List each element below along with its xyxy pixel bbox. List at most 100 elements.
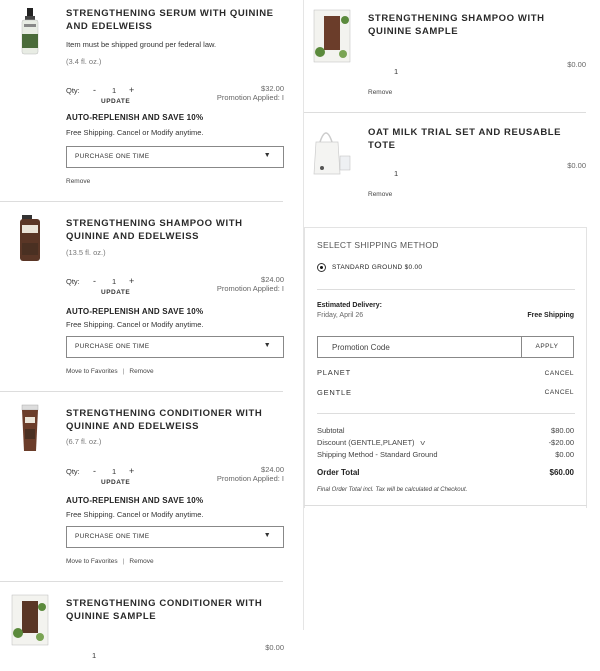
conditioner-product-image[interactable] (12, 403, 48, 453)
qty-row: Qty: - 1 + UPDATE $24.00 Promotion Appli… (66, 465, 284, 486)
remove-link[interactable]: Remove (129, 368, 153, 375)
shipping-method-heading: SELECT SHIPPING METHOD (317, 240, 439, 250)
auto-replenish-title: AUTO-REPLENISH AND SAVE 10% (66, 307, 204, 316)
auto-replenish-title: AUTO-REPLENISH AND SAVE 10% (66, 496, 204, 505)
remove-link[interactable]: Remove (368, 89, 392, 96)
promo-code-form: APPLY (317, 336, 574, 358)
qty-decrease-button[interactable]: - (93, 276, 96, 286)
update-button[interactable]: UPDATE (101, 98, 130, 105)
remove-link[interactable]: Remove (129, 558, 153, 565)
qty-increase-button[interactable]: + (129, 85, 134, 95)
item-price: $32.00 (261, 84, 284, 93)
auto-replenish-title: AUTO-REPLENISH AND SAVE 10% (66, 113, 204, 122)
final-total-note: Final Order Total incl. Tax will be calc… (317, 487, 468, 493)
sample-title[interactable]: OAT MILK TRIAL SET AND REUSABLE TOTE (368, 126, 588, 152)
serum-product-image[interactable] (12, 6, 48, 56)
separator: | (122, 558, 125, 565)
auto-replenish-subtitle: Free Shipping. Cancel or Modify anytime. (66, 320, 204, 329)
item-actions: Remove (66, 178, 90, 185)
purchase-option-select[interactable]: PURCHASE ONE TIME ▼ (66, 336, 284, 358)
divider (304, 112, 586, 113)
qty-decrease-button[interactable]: - (93, 85, 96, 95)
discount-label: Discount (GENTLE,PLANET) (317, 438, 415, 447)
item-price: $24.00 (261, 465, 284, 474)
item-size: (3.4 fl. oz.) (66, 57, 102, 66)
purchase-option-select[interactable]: PURCHASE ONE TIME ▼ (66, 526, 284, 548)
shipping-label: Shipping Method - Standard Ground (317, 450, 438, 459)
sample-title[interactable]: STRENGTHENING SHAMPOO WITH QUININE SAMPL… (368, 12, 588, 38)
estimated-delivery-label: Estimated Delivery: (317, 302, 382, 309)
item-actions: Move to Favorites | Remove (66, 368, 154, 375)
purchase-option-value: PURCHASE ONE TIME (75, 153, 150, 160)
promotion-applied: Promotion Applied: I (216, 284, 284, 293)
qty-row: Qty: - 1 + UPDATE $32.00 Promotion Appli… (66, 84, 284, 105)
qty-row: Qty: - 1 + UPDATE $24.00 Promotion Appli… (66, 275, 284, 296)
qty-label: Qty: (66, 467, 80, 476)
update-button[interactable]: UPDATE (101, 479, 130, 486)
divider (304, 505, 587, 506)
tote-product-image[interactable] (310, 122, 356, 178)
divider (0, 581, 283, 582)
divider (0, 391, 283, 392)
conditioner-sample-image[interactable] (10, 593, 50, 647)
shipping-option-label[interactable]: STANDARD GROUND $0.00 (332, 264, 422, 271)
shipping-radio[interactable] (317, 263, 326, 272)
chevron-down-icon[interactable]: v (420, 440, 425, 447)
qty-decrease-button[interactable]: - (93, 466, 96, 476)
chevron-down-icon: ▼ (263, 532, 271, 539)
qty-value[interactable]: 1 (112, 277, 116, 286)
promotion-applied: Promotion Applied: I (216, 474, 284, 483)
subtotal-label: Subtotal (317, 426, 345, 435)
move-to-favorites-link[interactable]: Move to Favorites (66, 368, 118, 375)
item-price: $24.00 (261, 275, 284, 284)
qty-value[interactable]: 1 (112, 467, 116, 476)
cancel-code-button[interactable]: CANCEL (545, 389, 574, 396)
sample-price: $0.00 (567, 161, 586, 170)
applied-code: PLANET (317, 368, 351, 377)
qty-label: Qty: (66, 86, 80, 95)
remove-link[interactable]: Remove (368, 191, 392, 198)
purchase-option-select[interactable]: PURCHASE ONE TIME ▼ (66, 146, 284, 168)
qty-value: 1 (92, 651, 97, 660)
chevron-down-icon: ▼ (263, 342, 271, 349)
divider (317, 413, 575, 414)
qty-increase-button[interactable]: + (129, 276, 134, 286)
promotion-applied: Promotion Applied: I (216, 93, 284, 102)
sample-price: $0.00 (567, 60, 586, 69)
sample-qty: 1 (394, 169, 399, 178)
shipping-note: Item must be shipped ground per federal … (66, 40, 217, 49)
cart-items-column: STRENGTHENING SERUM WITH QUININE AND EDE… (0, 0, 290, 671)
remove-link[interactable]: Remove (66, 178, 90, 185)
applied-code: GENTLE (317, 388, 352, 397)
item-title[interactable]: STRENGTHENING CONDITIONER WITH QUININE A… (66, 407, 281, 433)
shampoo-sample-image[interactable] (312, 8, 352, 64)
item-title[interactable]: STRENGTHENING SHAMPOO WITH QUININE AND E… (66, 217, 281, 243)
item-price: $0.00 (265, 643, 284, 652)
free-shipping-label: Free Shipping (527, 312, 574, 319)
qty-increase-button[interactable]: + (129, 466, 134, 476)
auto-replenish-subtitle: Free Shipping. Cancel or Modify anytime. (66, 128, 204, 137)
estimated-delivery-date: Friday, April 26 (317, 312, 364, 319)
shipping-value: $0.00 (555, 450, 574, 459)
apply-button[interactable]: APPLY (521, 337, 573, 357)
chevron-down-icon: ▼ (263, 152, 271, 159)
item-actions: Move to Favorites | Remove (66, 558, 154, 565)
subtotal-value: $80.00 (551, 426, 574, 435)
shampoo-product-image[interactable] (12, 213, 48, 263)
order-total-value: $60.00 (549, 468, 574, 477)
item-title[interactable]: STRENGTHENING CONDITIONER WITH QUININE S… (66, 597, 281, 623)
purchase-option-value: PURCHASE ONE TIME (75, 343, 150, 350)
separator: | (122, 368, 125, 375)
item-size: (6.7 fl. oz.) (66, 437, 102, 446)
item-title[interactable]: STRENGTHENING SERUM WITH QUININE AND EDE… (66, 7, 281, 33)
update-button[interactable]: UPDATE (101, 289, 130, 296)
divider (317, 289, 575, 290)
sample-qty: 1 (394, 67, 399, 76)
move-to-favorites-link[interactable]: Move to Favorites (66, 558, 118, 565)
order-total-label: Order Total (317, 468, 360, 477)
cancel-code-button[interactable]: CANCEL (545, 370, 574, 377)
qty-label: Qty: (66, 277, 80, 286)
qty-value[interactable]: 1 (112, 86, 116, 95)
promo-code-input[interactable] (318, 337, 522, 357)
purchase-option-value: PURCHASE ONE TIME (75, 533, 150, 540)
